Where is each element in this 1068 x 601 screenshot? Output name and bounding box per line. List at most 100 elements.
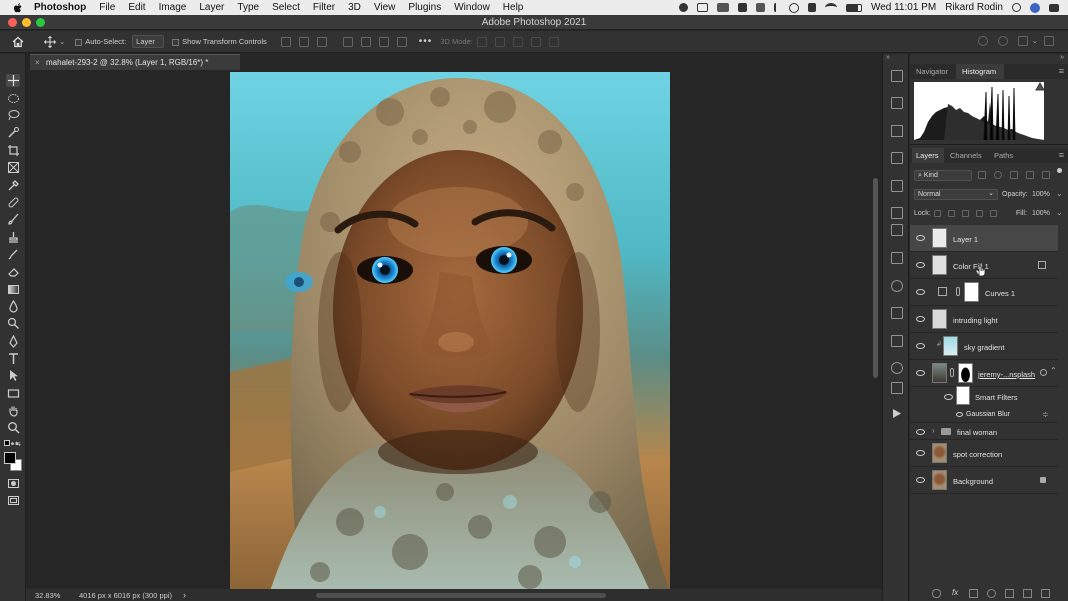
quick-selection-tool-button[interactable] [6, 126, 20, 139]
clone-source-icon[interactable] [891, 152, 903, 164]
character-panel-icon[interactable] [891, 207, 903, 219]
share-export-icon[interactable] [1044, 36, 1054, 46]
layer-row-intruding-light[interactable]: intruding light [910, 306, 1058, 333]
show-transform-checkbox[interactable] [172, 38, 180, 46]
fx-styles-icon[interactable] [891, 180, 903, 192]
align-center-icon[interactable] [298, 36, 309, 47]
tab-paths[interactable]: Paths [994, 151, 1013, 160]
path-selection-tool-button[interactable] [6, 369, 20, 382]
layer-row-curves-1[interactable]: Curves 1 [910, 279, 1058, 306]
status-menu-arrow-icon[interactable]: › [183, 590, 186, 600]
screen-mode-button[interactable] [6, 494, 20, 507]
3d-roll-icon[interactable] [494, 36, 505, 47]
layer-style-fx-icon[interactable]: fx [952, 588, 958, 597]
filter-adjustment-icon[interactable] [994, 171, 1002, 179]
bluetooth-icon[interactable] [773, 3, 780, 12]
layer-name[interactable]: Background [953, 477, 993, 486]
new-group-icon[interactable] [1005, 589, 1014, 598]
filter-type-icon[interactable] [1010, 171, 1018, 179]
visibility-eye-icon[interactable] [916, 370, 925, 376]
visibility-eye-icon[interactable] [916, 429, 925, 435]
visibility-eye-icon[interactable] [956, 412, 963, 417]
3d-slide-icon[interactable] [530, 36, 541, 47]
fill-chevron-icon[interactable]: ⌄ [1056, 208, 1063, 217]
3d-pan-icon[interactable] [512, 36, 523, 47]
marquee-tool-button[interactable] [6, 92, 20, 105]
distribute-icon[interactable] [396, 36, 407, 47]
visibility-eye-icon[interactable] [916, 289, 925, 295]
screen-icon[interactable] [716, 3, 729, 12]
clone-stamp-tool-button[interactable] [6, 231, 20, 244]
layer-name[interactable]: Curves 1 [985, 289, 1015, 298]
more-options-icon[interactable]: ••• [419, 36, 433, 47]
new-adjustment-layer-icon[interactable] [987, 589, 996, 598]
menu-3d[interactable]: 3D [348, 2, 361, 13]
menu-app-name[interactable]: Photoshop [34, 2, 86, 13]
control-center-icon[interactable] [1049, 3, 1059, 12]
layer-row-final-woman[interactable]: › final woman [910, 423, 1058, 440]
workspace-chevron-icon[interactable]: ⌄ [1032, 36, 1038, 46]
menu-plugins[interactable]: Plugins [408, 2, 441, 13]
hand-tool-button[interactable] [6, 404, 20, 417]
lasso-tool-button[interactable] [6, 109, 20, 122]
tab-histogram[interactable]: Histogram [962, 67, 996, 76]
vertical-scrollbar[interactable] [873, 178, 878, 378]
volume-icon[interactable] [807, 3, 816, 12]
lock-transparent-icon[interactable] [934, 210, 941, 217]
tab-channels[interactable]: Channels [950, 151, 982, 160]
menu-edit[interactable]: Edit [128, 2, 145, 13]
search-icon[interactable] [997, 36, 1008, 46]
layer-name[interactable]: final woman [957, 428, 997, 437]
history-panel-icon[interactable] [891, 70, 903, 82]
layer-name[interactable]: Layer 1 [953, 235, 978, 244]
creative-cloud-icon[interactable] [678, 3, 688, 12]
align-top-icon[interactable] [342, 36, 353, 47]
layer-row-spot-correction[interactable]: spot correction [910, 440, 1058, 467]
tool-preset-chevron-icon[interactable]: ⌄ [59, 37, 65, 46]
blend-mode-dropdown[interactable]: Normal ⌄ [914, 189, 998, 200]
rectangle-tool-button[interactable] [6, 387, 20, 400]
info-panel-icon[interactable] [891, 362, 903, 374]
brush-app-icon[interactable] [755, 3, 765, 12]
lock-artboard-icon[interactable] [976, 210, 983, 217]
align-middle-icon[interactable] [360, 36, 371, 47]
type-tool-button[interactable] [6, 352, 20, 365]
layer-row-gaussian-blur[interactable]: Gaussian Blur ≑ [910, 407, 1058, 423]
eyedropper-tool-button[interactable] [6, 179, 20, 192]
show-transform-option[interactable]: Show Transform Controls [172, 37, 267, 46]
record-icon[interactable] [696, 3, 708, 12]
visibility-eye-icon[interactable] [916, 450, 925, 456]
layer-row-jeremy-unsplash[interactable]: jeremy-...nsplash ⌃ [910, 360, 1058, 387]
dropbox-icon[interactable] [737, 3, 747, 12]
layer-name[interactable]: spot correction [953, 450, 1002, 459]
filter-shape-icon[interactable] [1026, 171, 1034, 179]
pen-tool-button[interactable] [6, 335, 20, 348]
auto-select-dropdown[interactable]: Layer [132, 35, 165, 48]
clock-icon[interactable] [788, 2, 799, 13]
layer-row-background[interactable]: Background [910, 467, 1058, 494]
share-icon[interactable] [977, 36, 988, 46]
3d-orbit-icon[interactable] [476, 36, 487, 47]
paragraph-panel-icon[interactable] [891, 224, 903, 236]
eraser-tool-button[interactable] [6, 265, 20, 278]
swap-colors-icon[interactable]: ⇆ [15, 440, 21, 448]
wifi-icon[interactable] [824, 3, 837, 12]
move-tool-icon[interactable] [44, 35, 56, 48]
visibility-eye-icon[interactable] [916, 316, 925, 322]
auto-select-option[interactable]: Auto-Select: [75, 37, 126, 46]
layer-name[interactable]: Smart Filters [975, 393, 1018, 402]
brush-tool-button[interactable] [6, 213, 20, 226]
layer-name[interactable]: sky gradient [964, 343, 1004, 352]
actions-play-icon[interactable] [892, 408, 902, 419]
move-tool-button[interactable] [6, 74, 20, 87]
adjustments-panel-icon[interactable] [891, 382, 903, 394]
visibility-eye-icon[interactable] [916, 343, 925, 349]
menu-image[interactable]: Image [159, 2, 187, 13]
crop-tool-button[interactable] [6, 144, 20, 157]
frame-tool-button[interactable] [6, 161, 20, 174]
battery-icon[interactable] [845, 3, 862, 12]
visibility-eye-icon[interactable] [916, 477, 925, 483]
lock-image-icon[interactable] [948, 210, 955, 217]
menu-type[interactable]: Type [237, 2, 259, 13]
glyphs-panel-icon[interactable] [891, 252, 903, 264]
